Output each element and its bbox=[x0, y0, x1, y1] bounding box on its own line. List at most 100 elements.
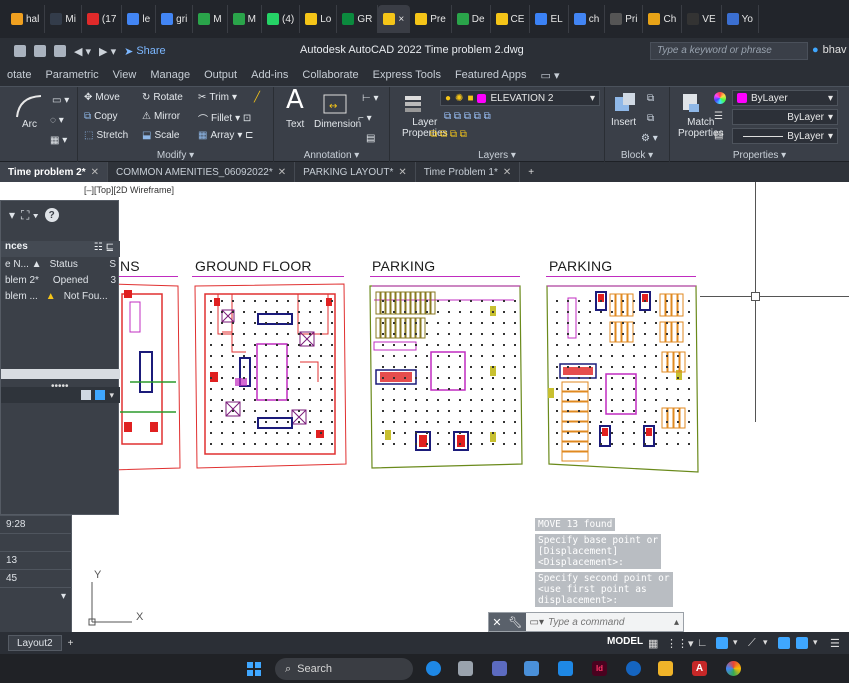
ortho-icon[interactable]: ∟ bbox=[697, 637, 709, 649]
redo-icon[interactable]: ▶ ▾ bbox=[99, 45, 116, 58]
leader-icon[interactable]: ⊢ ▾ bbox=[362, 93, 379, 104]
stretch-button[interactable]: ⬚ Stretch bbox=[84, 130, 128, 141]
chevron-down-icon[interactable]: ▾ bbox=[733, 637, 745, 649]
properties-panel-title[interactable]: Properties ▾ bbox=[670, 150, 849, 161]
browser-tab[interactable]: le bbox=[122, 5, 157, 33]
browser-tab[interactable]: (17 bbox=[82, 5, 123, 33]
print-icon[interactable] bbox=[54, 45, 66, 57]
layer-tools-row-1[interactable]: ⧉ ⧉ ⧉ ⧉ ⧉ bbox=[444, 111, 491, 122]
list-view-icon[interactable]: ☷ ⊑ bbox=[94, 242, 114, 253]
create-block-icon[interactable]: ⧉ bbox=[647, 93, 654, 104]
ribbon-tab[interactable]: Manage bbox=[143, 69, 197, 81]
layer-tools-row-2[interactable]: ⧉ ⧉ ⧉ ⧉ bbox=[430, 129, 467, 140]
ribbon-tab[interactable]: Output bbox=[197, 69, 244, 81]
browser-tab[interactable]: Lo bbox=[300, 5, 338, 33]
hatch-icon[interactable]: ▦ ▾ bbox=[50, 135, 67, 146]
document-tab[interactable]: PARKING LAYOUT* ✕ bbox=[295, 162, 416, 182]
text-button[interactable]: Text bbox=[286, 119, 304, 130]
preview-icon[interactable] bbox=[95, 390, 106, 400]
close-icon[interactable]: ✕ bbox=[91, 167, 99, 178]
snap-icon[interactable]: ⋮⋮▾ bbox=[666, 637, 694, 650]
arc-button[interactable]: Arc bbox=[22, 119, 37, 130]
block-panel-title[interactable]: Block ▾ bbox=[605, 150, 669, 161]
palette-splitter[interactable] bbox=[1, 369, 120, 379]
browser-tab[interactable]: Mi bbox=[45, 5, 82, 33]
chevron-up-icon[interactable]: ▴ bbox=[674, 617, 683, 628]
ribbon-tab[interactable]: otate bbox=[0, 69, 38, 81]
trim-button[interactable]: ✂ Trim ▾ bbox=[198, 92, 237, 103]
layout-tab-layout2[interactable]: Layout2 bbox=[8, 635, 62, 651]
document-tab[interactable]: Time Problem 1* ✕ bbox=[416, 162, 521, 182]
browser-tab[interactable]: Yo bbox=[722, 5, 759, 33]
dimension-button[interactable]: Dimension bbox=[314, 119, 361, 130]
chevron-down-icon[interactable]: ▾ bbox=[9, 208, 15, 222]
object-snap-tracking-icon[interactable] bbox=[778, 637, 790, 649]
browser-tab[interactable]: Pre bbox=[410, 5, 452, 33]
layer-dropdown[interactable]: ● ✺ ■ ELEVATION 2 ▾ bbox=[440, 90, 600, 106]
task-view-icon[interactable] bbox=[458, 661, 473, 676]
windows-start-icon[interactable] bbox=[247, 662, 261, 676]
browser-tab[interactable]: Ch bbox=[643, 5, 683, 33]
document-tab[interactable]: COMMON AMENITIES_06092022* ✕ bbox=[108, 162, 296, 182]
teams-icon[interactable] bbox=[492, 661, 507, 676]
copy-button[interactable]: ⧉ Copy bbox=[84, 111, 118, 122]
isodraft-icon[interactable]: ⟋ bbox=[748, 637, 760, 649]
ribbon-tab[interactable]: Featured Apps bbox=[448, 69, 534, 81]
erase-icon[interactable]: ╱ bbox=[254, 92, 260, 103]
taskbar-search[interactable]: ⌕ Search bbox=[275, 658, 413, 680]
chevron-down-icon[interactable]: ▾ bbox=[0, 587, 72, 605]
chevron-down-icon[interactable]: ▾ bbox=[813, 637, 825, 649]
undo-icon[interactable]: ◀ ▾ bbox=[74, 45, 91, 58]
store-icon[interactable] bbox=[524, 661, 539, 676]
column-size[interactable]: S bbox=[109, 259, 120, 270]
recent-commands-icon[interactable]: ▭▾ bbox=[526, 617, 544, 628]
customization-icon[interactable]: ☰ bbox=[830, 637, 842, 650]
browser-tab[interactable]: GR bbox=[337, 5, 379, 33]
linetype-dropdown[interactable]: ByLayer ▾ bbox=[732, 109, 838, 125]
chevron-down-icon[interactable]: ▾ bbox=[763, 637, 775, 649]
scale-button[interactable]: ⬓ Scale bbox=[142, 130, 179, 141]
array-button[interactable]: ▦ Array ▾ ⊏ bbox=[198, 130, 254, 141]
column-reference-name[interactable]: e N... ▲ bbox=[5, 259, 42, 270]
browser-tab[interactable]: hal bbox=[6, 5, 46, 33]
browser-tab[interactable]: M bbox=[193, 5, 228, 33]
edit-block-icon[interactable]: ⧉ bbox=[647, 113, 654, 124]
close-icon[interactable]: ✕ bbox=[492, 616, 501, 629]
add-layout-icon[interactable]: + bbox=[68, 638, 74, 649]
table-grid-icon[interactable]: ▤ bbox=[366, 133, 375, 144]
share-button[interactable]: ➤ Share bbox=[124, 45, 166, 58]
layers-panel-title[interactable]: Layers ▾ bbox=[390, 150, 604, 161]
browser-tab[interactable]: De bbox=[452, 5, 491, 33]
indesign-icon[interactable]: Id bbox=[592, 661, 607, 676]
ribbon-minimize-icon[interactable]: ▭ ▾ bbox=[534, 69, 567, 82]
fillet-button[interactable]: ⌒ Fillet ▾ ⊡ bbox=[198, 111, 251, 126]
close-icon[interactable]: ✕ bbox=[278, 167, 286, 178]
new-file-icon[interactable] bbox=[14, 45, 26, 57]
attach-icon[interactable]: ⛶ ▾ bbox=[21, 208, 39, 223]
polar-tracking-icon[interactable] bbox=[716, 637, 728, 649]
reference-row[interactable]: blem 2* Opened 3 bbox=[1, 275, 120, 286]
lineweight-dropdown[interactable]: ByLayer ▾ bbox=[732, 128, 838, 144]
document-tab[interactable]: Time problem 2* ✕ bbox=[0, 162, 109, 182]
ribbon-tab[interactable]: Add-ins bbox=[244, 69, 295, 81]
grid-icon[interactable]: ▦ bbox=[648, 637, 660, 650]
browser-tab[interactable]: EL bbox=[530, 5, 569, 33]
color-dropdown[interactable]: ByLayer ▾ bbox=[732, 90, 838, 106]
user-account[interactable]: ● bhav bbox=[812, 44, 847, 56]
browser-tab[interactable]: (4) bbox=[262, 5, 301, 33]
drawing-canvas[interactable]: [–][Top][2D Wireframe] NS GROUND FLOOR P… bbox=[0, 182, 849, 632]
block-attribute-icon[interactable]: ⚙ ▾ bbox=[641, 133, 658, 144]
chrome-icon[interactable] bbox=[726, 661, 741, 676]
browser-tab[interactable]: Pri bbox=[605, 5, 644, 33]
browser-tab[interactable]: gri bbox=[156, 5, 194, 33]
close-icon[interactable]: ✕ bbox=[398, 167, 406, 178]
edge-icon[interactable] bbox=[626, 661, 641, 676]
close-icon[interactable]: ✕ bbox=[503, 167, 511, 178]
rotate-button[interactable]: ↻ Rotate bbox=[142, 92, 183, 103]
file-explorer-icon[interactable] bbox=[658, 661, 673, 676]
annotation-panel-title[interactable]: Annotation ▾ bbox=[274, 150, 389, 161]
details-view-icon[interactable] bbox=[81, 390, 92, 400]
browser-tab[interactable]: CE bbox=[491, 5, 531, 33]
column-status[interactable]: Status bbox=[50, 259, 78, 270]
browser-tab[interactable]: M bbox=[228, 5, 262, 33]
